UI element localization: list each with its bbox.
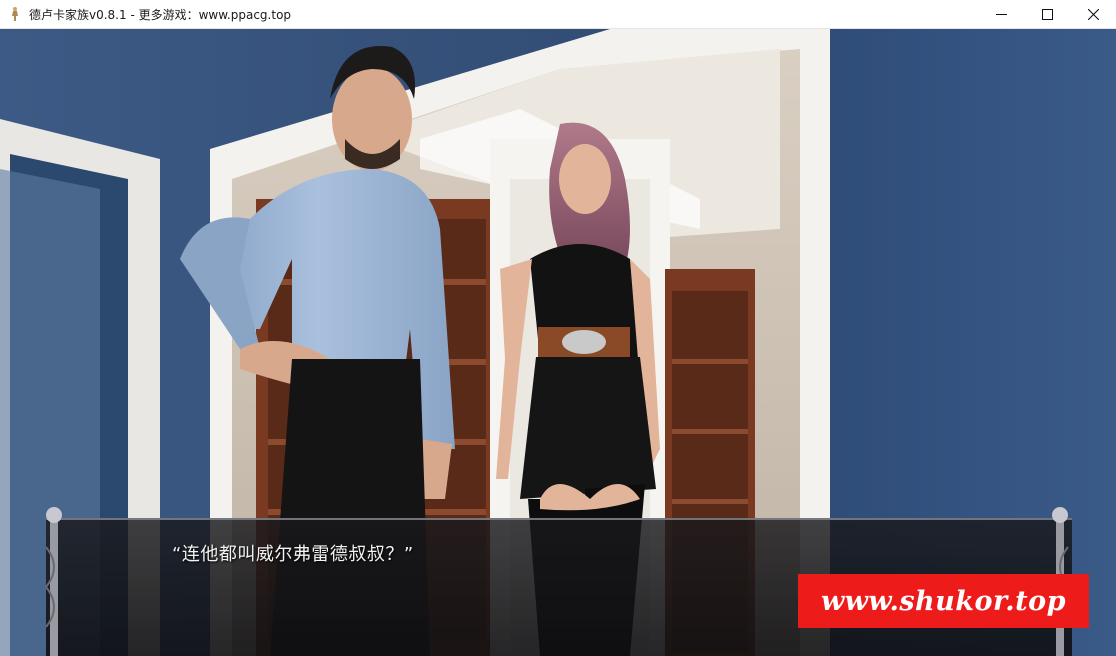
figure-icon — [12, 7, 18, 21]
close-button[interactable] — [1070, 0, 1116, 29]
minimize-button[interactable] — [978, 0, 1024, 29]
window-title: 德卢卡家族v0.8.1 - 更多游戏：www.ppacg.top — [29, 7, 292, 22]
ornament-pillar-left — [44, 507, 62, 656]
watermark-banner: www.shukor.top — [798, 574, 1089, 628]
minimize-icon — [995, 14, 1007, 15]
dialogue-text: “连他都叫威尔弗雷德叔叔？” — [172, 544, 414, 565]
close-icon — [1087, 9, 1099, 20]
maximize-icon — [1041, 9, 1053, 20]
watermark-text: www.shukor.top — [820, 585, 1067, 617]
window-controls — [978, 0, 1116, 29]
window-titlebar[interactable]: 德卢卡家族v0.8.1 - 更多游戏：www.ppacg.top — [0, 0, 1116, 29]
game-scene[interactable]: “连他都叫威尔弗雷德叔叔？” www.shukor.top — [0, 29, 1116, 656]
maximize-button[interactable] — [1024, 0, 1070, 29]
